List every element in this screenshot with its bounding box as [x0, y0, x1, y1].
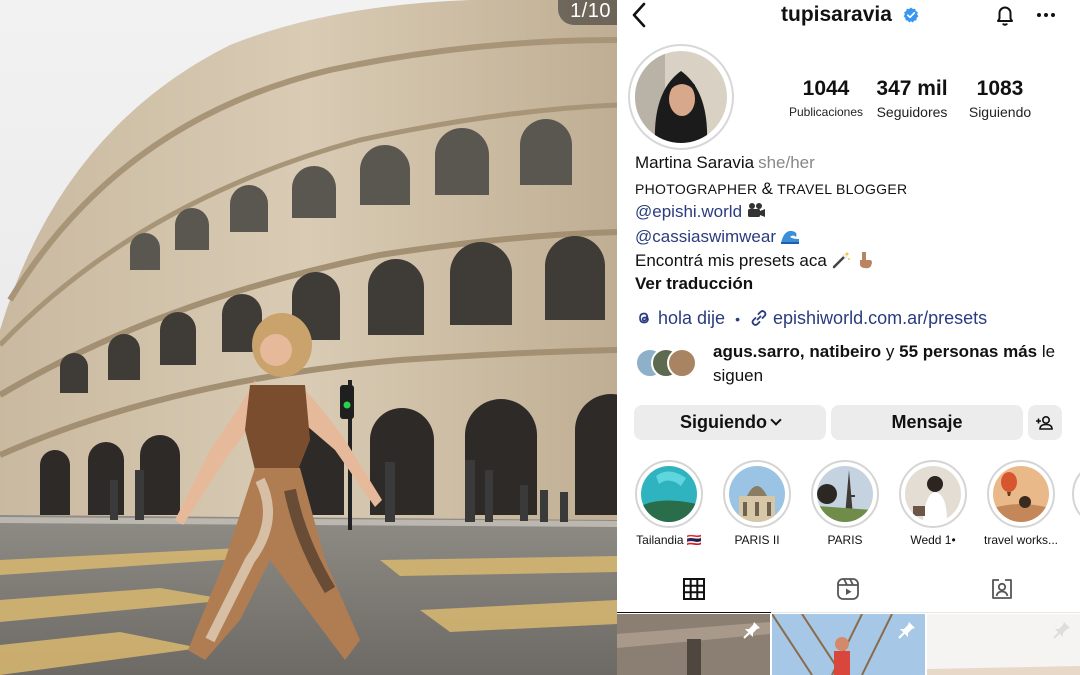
- bio-occupation-part2: TRAVEL BLOGGER: [777, 181, 908, 197]
- follower-avatar-3: [667, 348, 697, 378]
- add-user-button[interactable]: [1028, 405, 1062, 440]
- highlight-cover: [811, 460, 879, 528]
- back-icon[interactable]: [629, 1, 651, 29]
- highlight-paris-ii[interactable]: PARIS II: [720, 460, 794, 547]
- add-user-icon: [1036, 415, 1053, 430]
- stat-posts[interactable]: 1044 Publicaciones: [785, 76, 867, 122]
- followed-by-connector: y: [885, 342, 895, 361]
- link-icon: [751, 310, 767, 326]
- see-translation-link[interactable]: Ver traducción: [635, 273, 753, 295]
- grid-post-3[interactable]: [927, 614, 1080, 675]
- tab-reels[interactable]: [771, 565, 925, 613]
- bio-ampersand: &: [761, 179, 774, 198]
- photo-counter: 1/10: [558, 0, 617, 25]
- pin-icon: [898, 622, 915, 639]
- followed-by-text: agus.sarro, natibeiro y 55 personas más …: [713, 340, 1073, 388]
- highlight-label: Tailandia 🇹🇭: [636, 533, 702, 547]
- profile-tabs: [617, 565, 1080, 613]
- post-photo[interactable]: 1/10: [0, 0, 617, 675]
- following-button-label: Siguiendo: [680, 412, 767, 432]
- highlight-paris[interactable]: PARIS: [808, 460, 882, 547]
- profile-full-name: Martina Saravia: [635, 153, 755, 172]
- profile-username: tupisaravia: [781, 3, 892, 26]
- highlight-label: Wedd 1•: [910, 533, 956, 547]
- profile-links-row: hola dije • epishiworld.com.ar/presets: [635, 308, 987, 329]
- following-button[interactable]: Siguiendo: [634, 405, 826, 440]
- bio-presets-line: Encontrá mis presets aca: [635, 250, 875, 272]
- grid-post-2[interactable]: [772, 614, 925, 675]
- grid-post-1[interactable]: [617, 614, 770, 675]
- pin-icon: [743, 622, 760, 639]
- followed-by-row[interactable]: agus.sarro, natibeiro y 55 personas más …: [635, 340, 1075, 386]
- profile-avatar[interactable]: [628, 44, 734, 150]
- highlight-label: PARIS II: [734, 533, 780, 547]
- highlight-cover: [987, 460, 1055, 528]
- chevron-down-icon: [770, 414, 782, 426]
- pointing-down-icon: [859, 252, 872, 269]
- bio-presets-text: Encontrá mis presets aca: [635, 251, 827, 270]
- following-count: 1083: [976, 77, 1024, 100]
- profile-panel: tupisaravia 1044 Publicaciones 347 mil S…: [617, 0, 1080, 675]
- followers-label: Seguidores: [876, 104, 948, 120]
- followers-count: 347 mil: [876, 77, 948, 100]
- bio-name-row: Martina Saravia she/her: [635, 152, 815, 174]
- wave-icon: [781, 230, 800, 244]
- stat-followers[interactable]: 347 mil Seguidores: [869, 76, 955, 122]
- highlight-cover: [899, 460, 967, 528]
- website-link[interactable]: epishiworld.com.ar/presets: [773, 308, 987, 328]
- highlight-partial[interactable]: [1069, 460, 1080, 528]
- highlight-travel-works[interactable]: travel works...: [984, 460, 1058, 547]
- mention-epishi-link[interactable]: @epishi.world: [635, 202, 742, 221]
- avatar-image: [635, 51, 727, 143]
- following-label: Siguiendo: [968, 104, 1032, 120]
- bio-occupation: PHOTOGRAPHER & TRAVEL BLOGGER: [635, 178, 907, 200]
- more-dots-icon[interactable]: [1034, 3, 1058, 27]
- reels-icon: [837, 578, 859, 600]
- mention-cassia-link[interactable]: @cassiaswimwear: [635, 227, 776, 246]
- magic-wand-icon: [832, 252, 850, 269]
- tagged-icon: [992, 579, 1012, 599]
- message-button-label: Mensaje: [891, 412, 963, 432]
- highlight-label: travel works...: [984, 533, 1059, 547]
- bio-mention-row-2: @cassiaswimwear: [635, 226, 800, 248]
- threads-icon: [639, 312, 649, 324]
- profile-header: tupisaravia: [617, 0, 1080, 32]
- grid-icon: [683, 578, 705, 600]
- separator-dot: •: [735, 311, 740, 327]
- stat-following[interactable]: 1083 Siguiendo: [958, 76, 1042, 122]
- bio-occupation-part1: PHOTOGRAPHER: [635, 181, 758, 197]
- followed-by-avatars: [635, 348, 697, 378]
- threads-link[interactable]: hola dije: [658, 308, 725, 328]
- bell-icon[interactable]: [993, 3, 1017, 27]
- tab-grid[interactable]: [617, 565, 771, 613]
- highlight-label: PARIS: [827, 533, 863, 547]
- tab-tagged[interactable]: [925, 565, 1079, 613]
- highlight-cover: [1072, 460, 1080, 528]
- pin-icon: [1053, 622, 1070, 639]
- posts-count: 1044: [802, 77, 850, 100]
- highlight-cover: [635, 460, 703, 528]
- movie-camera-icon: [748, 203, 766, 217]
- bio-mention-row-1: @epishi.world: [635, 201, 766, 223]
- posts-label: Publicaciones: [788, 105, 864, 119]
- followed-by-names: agus.sarro, natibeiro: [713, 342, 882, 361]
- highlight-cover: [723, 460, 791, 528]
- followed-by-others: 55 personas más: [899, 342, 1038, 361]
- highlight-tailandia[interactable]: Tailandia 🇹🇭: [632, 460, 706, 547]
- profile-pronouns: she/her: [758, 153, 815, 172]
- highlight-wedd[interactable]: Wedd 1•: [896, 460, 970, 547]
- message-button[interactable]: Mensaje: [831, 405, 1023, 440]
- verified-badge-icon: [903, 7, 919, 23]
